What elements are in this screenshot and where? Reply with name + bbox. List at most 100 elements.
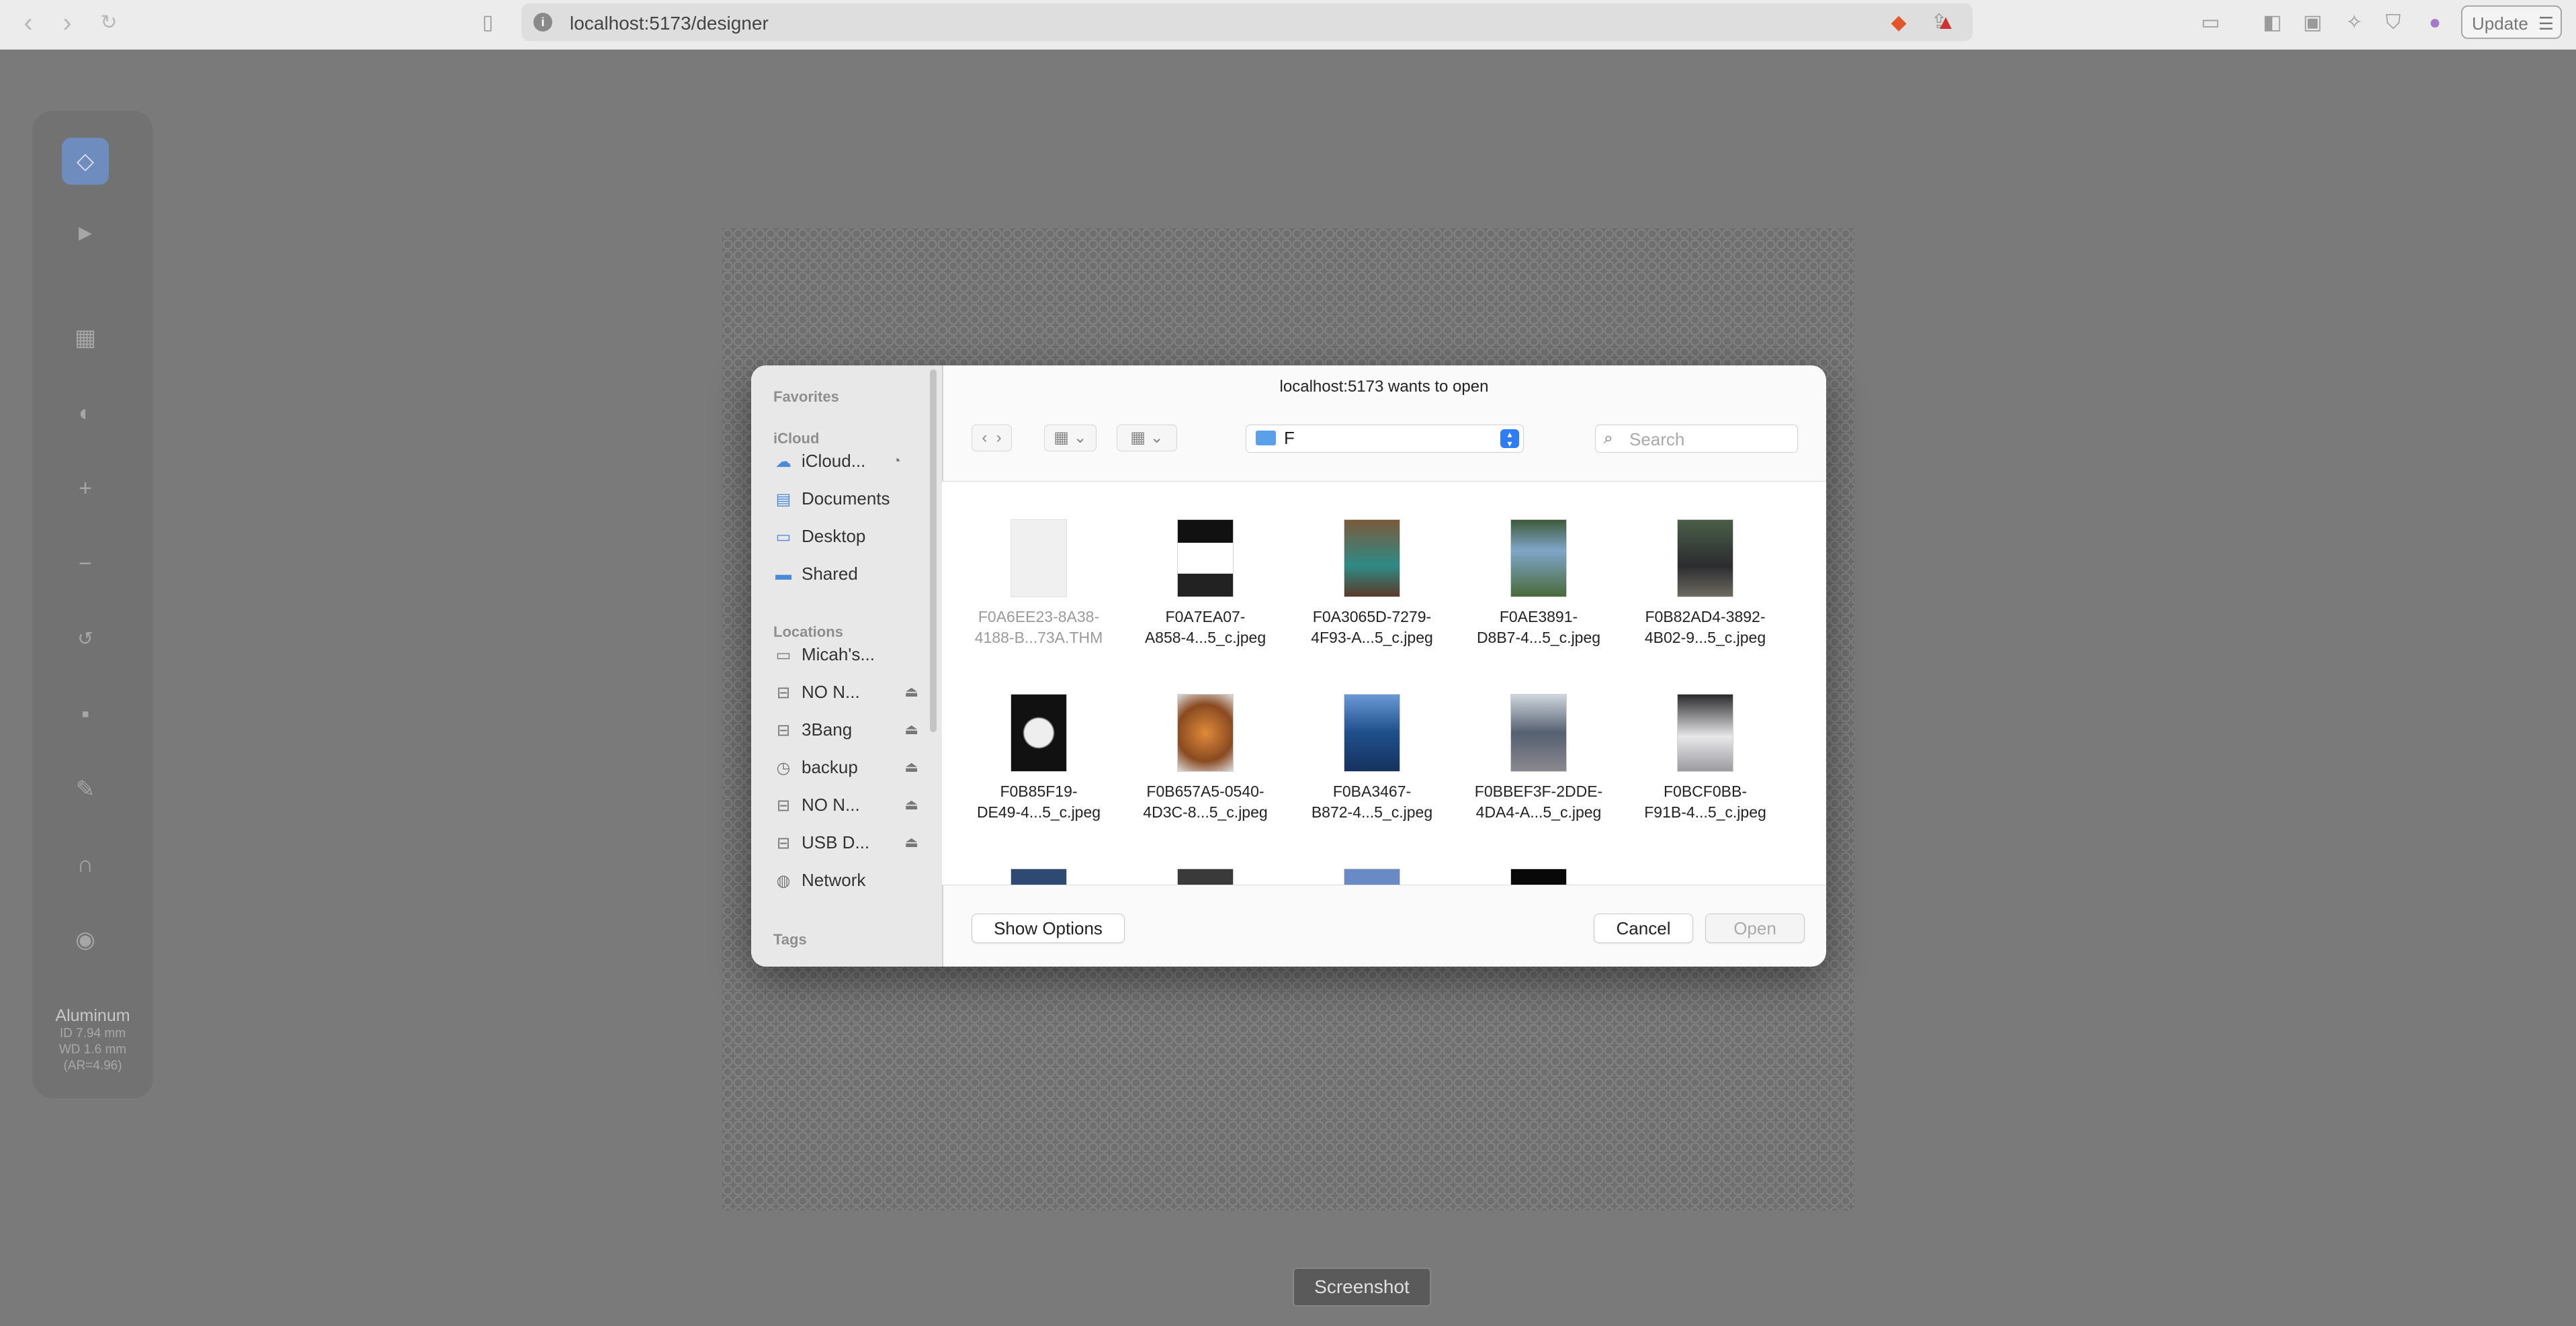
image-thumbnail [1344,519,1400,597]
zoom-in-icon[interactable]: + [62,465,109,512]
gauge-icon[interactable]: ◉ [62,916,109,963]
sidebar-item-drive-2[interactable]: ⊟ NO N... ⏏ [773,791,928,818]
file-item[interactable]: F0B82AD4-3892- 4B02-9...5_c.jpeg [1625,519,1786,648]
computer-icon: ▭ [775,646,791,664]
image-thumbnail [1011,694,1067,772]
file-item[interactable]: F0BCF0BB- F91B-4...5_c.jpeg [1625,694,1786,823]
sidebar-item-desktop[interactable]: ▭ Desktop [773,523,928,549]
file-item[interactable]: F0BA3467- B872-4...5_c.jpeg [1291,694,1453,823]
back-icon[interactable]: ‹ [982,429,987,447]
design-tool-icon[interactable]: ◇ [62,138,109,185]
sidebar-item-drive-1[interactable]: ⊟ NO N... ⏏ [773,678,928,705]
file-item[interactable]: F0BBEF3F-2DDE- 4DA4-A...5_c.jpeg [1458,694,1619,823]
lock-icon[interactable]: ▪ [62,691,109,738]
file-grid: F0A6EE23-8A38- 4188-B...73A.THM F0A7EA07-… [942,481,1826,885]
image-thumbnail [1677,519,1733,597]
generic-document-icon [1011,519,1067,597]
eject-icon[interactable]: ⏏ [904,678,918,705]
document-icon: ▤ [775,490,791,509]
sidebar-item-shared[interactable]: ▬ Shared [773,560,928,587]
icloud-heading: iCloud [773,430,820,447]
updown-chevron-icon: ▴ ▾ [1500,429,1519,448]
wallet-icon[interactable]: ▣ [2299,9,2326,36]
sidebar-item-computer[interactable]: ▭ Micah's... [773,641,928,668]
search-field[interactable]: ⌕ Search [1595,425,1798,453]
group-icon: ▦ [1130,429,1146,447]
material-info: Aluminum ID 7.94 mm WD 1.6 mm (AR=4.96) [32,1006,153,1074]
image-thumbnail [1510,519,1567,597]
image-thumbnail [1177,519,1234,597]
address-bar[interactable]: i localhost:5173/designer ⇪ [521,3,1973,41]
extension-icon[interactable]: ✧ [2341,9,2368,36]
material-wd: WD 1.6 mm [58,1043,127,1057]
bookmark-icon[interactable]: ▯ [474,9,501,36]
file-open-dialog: Favorites iCloud ☁ iCloud... ◔ ▤ Documents… [751,365,1826,967]
image-thumbnail [1177,694,1234,772]
image-icon[interactable]: ▦ [62,314,109,361]
location-select[interactable]: F ▴ ▾ [1246,425,1524,453]
sidebar-scrollbar[interactable] [930,369,937,732]
sidebar-item-network[interactable]: ◍ Network [773,867,928,893]
eject-icon[interactable]: ⏏ [904,716,918,743]
drive-icon: ⊟ [776,721,791,740]
palette-icon[interactable]: ◐ [62,390,109,437]
file-item[interactable] [1458,869,1619,885]
update-button[interactable]: Update ☰ [2461,5,2562,39]
profile-icon[interactable]: ● [2421,9,2448,36]
material-id: ID 7.94 mm [59,1026,126,1041]
drive-icon: ⊟ [776,834,791,852]
dialog-sidebar: Favorites iCloud ☁ iCloud... ◔ ▤ Documents… [751,365,943,967]
file-item[interactable] [958,869,1119,885]
rewards-icon[interactable]: ▲ [1932,9,1959,36]
vpn-icon[interactable]: ⛉ [2380,9,2407,36]
url-text[interactable]: localhost:5173/designer [570,13,769,34]
reload-icon[interactable]: ↻ [95,9,122,36]
sidebar-icon[interactable]: ◧ [2259,9,2286,36]
sidebar-item-backup[interactable]: ◷ backup ⏏ [773,754,928,781]
search-placeholder[interactable]: Search [1629,429,1684,450]
tool-panel: ◇ ▶ ▦ ◐ + − ↺ ▪ ✎ ∩ ◉ [32,111,153,1098]
tab-icon[interactable]: ▭ [2197,9,2224,36]
material-name: Aluminum [55,1006,130,1025]
grid-view-icon: ▦ [1054,429,1069,447]
tags-heading: Tags [773,931,807,948]
forward-icon[interactable]: › [54,9,81,36]
brave-shield-icon[interactable]: ◆ [1885,9,1912,36]
group-by-button[interactable]: ▦ ⌄ [1117,425,1177,451]
file-item[interactable]: F0A6EE23-8A38- 4188-B...73A.THM [958,519,1119,648]
image-thumbnail [1677,694,1733,772]
eject-icon[interactable]: ⏏ [904,754,918,781]
eject-icon[interactable]: ⏏ [904,791,918,818]
show-options-button[interactable]: Show Options [972,914,1125,943]
location-value: F [1284,428,1295,448]
zoom-out-icon[interactable]: − [62,540,109,587]
file-item[interactable] [1291,869,1453,885]
image-thumbnail [1510,694,1567,772]
dialog-title: localhost:5173 wants to open [1279,378,1489,396]
file-item[interactable]: F0A3065D-7279- 4F93-A...5_c.jpeg [1291,519,1453,648]
magnet-icon[interactable]: ∩ [62,841,109,888]
file-item[interactable]: F0A7EA07- A858-4...5_c.jpeg [1125,519,1286,648]
file-item[interactable]: F0B85F19- DE49-4...5_c.jpeg [958,694,1119,823]
file-item[interactable]: F0B657A5-0540- 4D3C-8...5_c.jpeg [1125,694,1286,823]
sidebar-item-usb[interactable]: ⊟ USB D... ⏏ [773,829,928,856]
pen-icon[interactable]: ✎ [62,766,109,813]
back-icon[interactable]: ‹ [15,9,42,36]
file-item[interactable]: F0AE3891- D8B7-4...5_c.jpeg [1458,519,1619,648]
view-mode-button[interactable]: ▦ ⌄ [1044,425,1097,451]
sidebar-item-3bang[interactable]: ⊟ 3Bang ⏏ [773,716,928,743]
open-button[interactable]: Open [1705,914,1805,943]
material-ar: (AR=4.96) [63,1059,122,1073]
sidebar-item-documents[interactable]: ▤ Documents [773,485,928,512]
reset-icon[interactable]: ↺ [62,615,109,662]
forward-icon[interactable]: › [996,429,1002,447]
image-thumbnail [1177,869,1234,885]
shared-folder-icon: ▬ [775,566,791,584]
file-item[interactable] [1125,869,1286,885]
sidebar-item-icloud-drive[interactable]: ☁ iCloud... ◔ [773,447,928,474]
cancel-button[interactable]: Cancel [1594,914,1693,943]
site-info-icon[interactable]: i [533,13,552,32]
eject-icon[interactable]: ⏏ [904,829,918,856]
menu-icon: ☰ [2538,13,2554,34]
play-icon[interactable]: ▶ [62,209,109,256]
